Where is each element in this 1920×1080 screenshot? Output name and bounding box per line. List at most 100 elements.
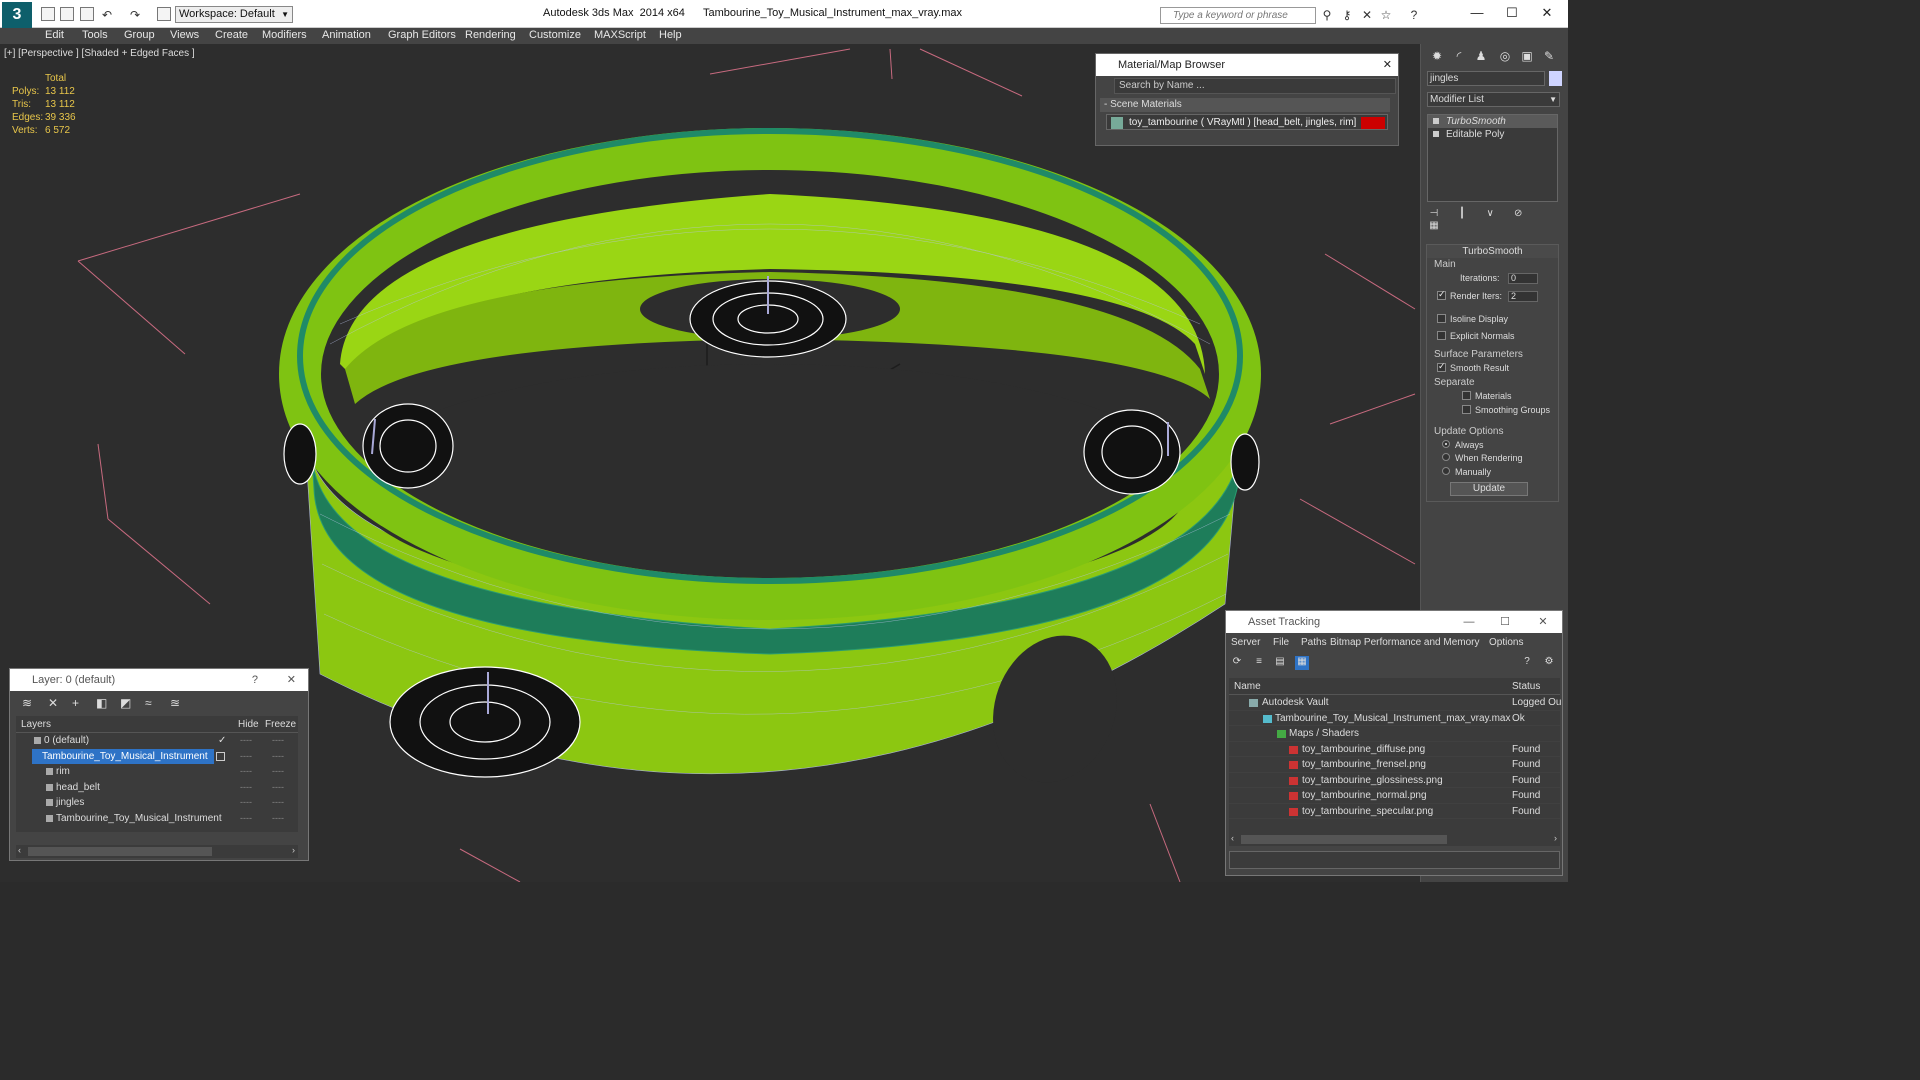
asset-row[interactable]: toy_tambourine_normal.png Found	[1229, 788, 1560, 804]
minimize-button[interactable]: —	[1462, 4, 1492, 22]
smooth-result-checkbox[interactable]	[1437, 361, 1446, 372]
menu-group[interactable]: Group	[124, 29, 155, 41]
hide-toggle[interactable]: ----	[240, 733, 252, 748]
maximize-button[interactable]: ☐	[1495, 611, 1515, 633]
minimize-button[interactable]: —	[1459, 611, 1479, 633]
binoculars-icon[interactable]: ⚲	[1320, 8, 1334, 22]
asset-row[interactable]: Maps / Shaders	[1229, 726, 1560, 742]
render-iters-checkbox[interactable]	[1437, 289, 1446, 300]
make-unique-icon[interactable]: ∨	[1483, 208, 1497, 219]
scene-materials-section[interactable]: - Scene Materials	[1100, 98, 1390, 112]
update-button[interactable]: Update	[1450, 482, 1528, 496]
freeze-toggle[interactable]: ----	[272, 764, 284, 779]
star-icon[interactable]: ☆	[1379, 8, 1393, 22]
hide-all-icon[interactable]: ≊	[170, 696, 180, 710]
search-input[interactable]: Type a keyword or phrase	[1160, 7, 1316, 24]
modify-tab-icon[interactable]: ◜	[1449, 47, 1469, 65]
new-file-icon[interactable]	[41, 7, 55, 21]
freeze-toggle[interactable]: ----	[272, 795, 284, 810]
scroll-thumb[interactable]	[1241, 835, 1447, 844]
menu-graph-editors[interactable]: Graph Editors	[388, 29, 456, 41]
object-row[interactable]: rim ---- ----	[16, 764, 298, 780]
asset-row[interactable]: toy_tambourine_diffuse.png Found	[1229, 742, 1560, 757]
asset-row[interactable]: toy_tambourine_frensel.png Found	[1229, 757, 1560, 773]
help-icon[interactable]: ?	[1520, 656, 1534, 670]
maximize-button[interactable]: ☐	[1497, 4, 1527, 22]
menu-paths[interactable]: Paths	[1301, 637, 1327, 648]
object-row[interactable]: head_belt ---- ----	[16, 780, 298, 796]
hide-toggle[interactable]: ----	[240, 764, 252, 779]
horizontal-scrollbar[interactable]: ‹ ›	[1229, 833, 1560, 846]
menu-server[interactable]: Server	[1231, 637, 1260, 648]
menu-options[interactable]: Options	[1489, 637, 1523, 648]
object-color-swatch[interactable]	[1549, 71, 1562, 86]
expand-icon[interactable]	[1433, 131, 1439, 137]
close-icon[interactable]: ✕	[1383, 54, 1392, 76]
material-item[interactable]: toy_tambourine ( VRayMtl ) [head_belt, j…	[1106, 114, 1388, 130]
freeze-toggle[interactable]: ----	[272, 733, 284, 748]
asset-status-field[interactable]	[1229, 851, 1560, 869]
manually-radio[interactable]	[1442, 467, 1450, 475]
asset-row[interactable]: Tambourine_Toy_Musical_Instrument_max_vr…	[1229, 711, 1560, 726]
help-icon[interactable]: ?	[1407, 8, 1421, 22]
menu-maxscript[interactable]: MAXScript	[594, 29, 646, 41]
add-layer-icon[interactable]: +	[72, 696, 79, 710]
table-view-icon[interactable]: ▦	[1295, 656, 1309, 670]
isoline-checkbox[interactable]	[1437, 314, 1446, 323]
bulb-icon[interactable]	[1433, 118, 1439, 124]
active-check-icon[interactable]: ✓	[218, 733, 226, 748]
object-row[interactable]: Tambourine_Toy_Musical_Instrument ---- -…	[16, 811, 298, 827]
horizontal-scrollbar[interactable]: ‹ ›	[16, 845, 298, 858]
freeze-toggle[interactable]: ----	[272, 811, 284, 826]
create-tab-icon[interactable]: ✹	[1427, 47, 1447, 65]
utilities-tab-icon[interactable]: ✎	[1539, 47, 1559, 65]
configure-sets-icon[interactable]: ▦	[1427, 220, 1441, 231]
layer-row-selected[interactable]: Tambourine_Toy_Musical_Instrument ---- -…	[16, 748, 298, 765]
motion-tab-icon[interactable]: ◎	[1495, 47, 1515, 65]
settings-icon[interactable]: ⚙	[1542, 656, 1556, 670]
col-name[interactable]: Name	[1234, 681, 1261, 692]
asset-row[interactable]: toy_tambourine_glossiness.png Found	[1229, 773, 1560, 788]
layer-row[interactable]: 0 (default) ✓ ---- ----	[16, 733, 298, 749]
scroll-left-icon[interactable]: ‹	[1231, 833, 1234, 843]
close-icon[interactable]: ✕	[287, 669, 296, 691]
undo-icon[interactable]: ↶	[100, 8, 114, 22]
save-file-icon[interactable]	[80, 7, 94, 21]
remove-modifier-icon[interactable]: ⊘	[1511, 208, 1525, 219]
materials-checkbox[interactable]	[1462, 391, 1471, 400]
asset-row[interactable]: toy_tambourine_specular.png Found	[1229, 804, 1560, 819]
col-hide[interactable]: Hide	[238, 719, 259, 730]
explicit-normals-checkbox[interactable]	[1437, 331, 1446, 340]
redo-icon[interactable]: ↷	[128, 8, 142, 22]
select-layer-icon[interactable]: ◩	[120, 696, 131, 710]
rollout-title[interactable]: TurboSmooth	[1427, 245, 1558, 258]
help-icon[interactable]: ?	[252, 669, 258, 691]
freeze-toggle[interactable]: ----	[272, 749, 284, 764]
col-layers[interactable]: Layers	[21, 719, 51, 730]
list-view-icon[interactable]: ≡	[1252, 656, 1266, 670]
scroll-right-icon[interactable]: ›	[1554, 833, 1557, 843]
key-icon[interactable]: ⚷	[1340, 8, 1354, 22]
when-rendering-radio[interactable]	[1442, 453, 1450, 461]
hide-toggle[interactable]: ----	[240, 811, 252, 826]
exchange-icon[interactable]: ✕	[1360, 8, 1374, 22]
hierarchy-tab-icon[interactable]: ♟	[1471, 47, 1491, 65]
menu-edit[interactable]: Edit	[45, 29, 64, 41]
render-iters-spinner[interactable]: 2	[1508, 291, 1538, 302]
menu-animation[interactable]: Animation	[322, 29, 371, 41]
modifier-list-dropdown[interactable]: Modifier List ▼	[1427, 92, 1560, 107]
menu-tools[interactable]: Tools	[82, 29, 108, 41]
project-folder-icon[interactable]	[157, 7, 171, 21]
menu-views[interactable]: Views	[170, 29, 199, 41]
delete-icon[interactable]: ✕	[48, 696, 58, 710]
hide-toggle[interactable]: ----	[240, 780, 252, 795]
layers-icon[interactable]: ≋	[22, 696, 32, 710]
material-search-input[interactable]: Search by Name ...	[1114, 78, 1396, 94]
select-in-layer-icon[interactable]: ◧	[96, 696, 107, 710]
freeze-toggle[interactable]: ----	[272, 780, 284, 795]
smoothing-groups-checkbox[interactable]	[1462, 405, 1471, 414]
show-end-result-icon[interactable]: ┃	[1455, 208, 1469, 219]
scroll-left-icon[interactable]: ‹	[18, 845, 21, 855]
col-freeze[interactable]: Freeze	[265, 719, 296, 730]
workspace-dropdown[interactable]: Workspace: Default ▼	[175, 6, 293, 23]
